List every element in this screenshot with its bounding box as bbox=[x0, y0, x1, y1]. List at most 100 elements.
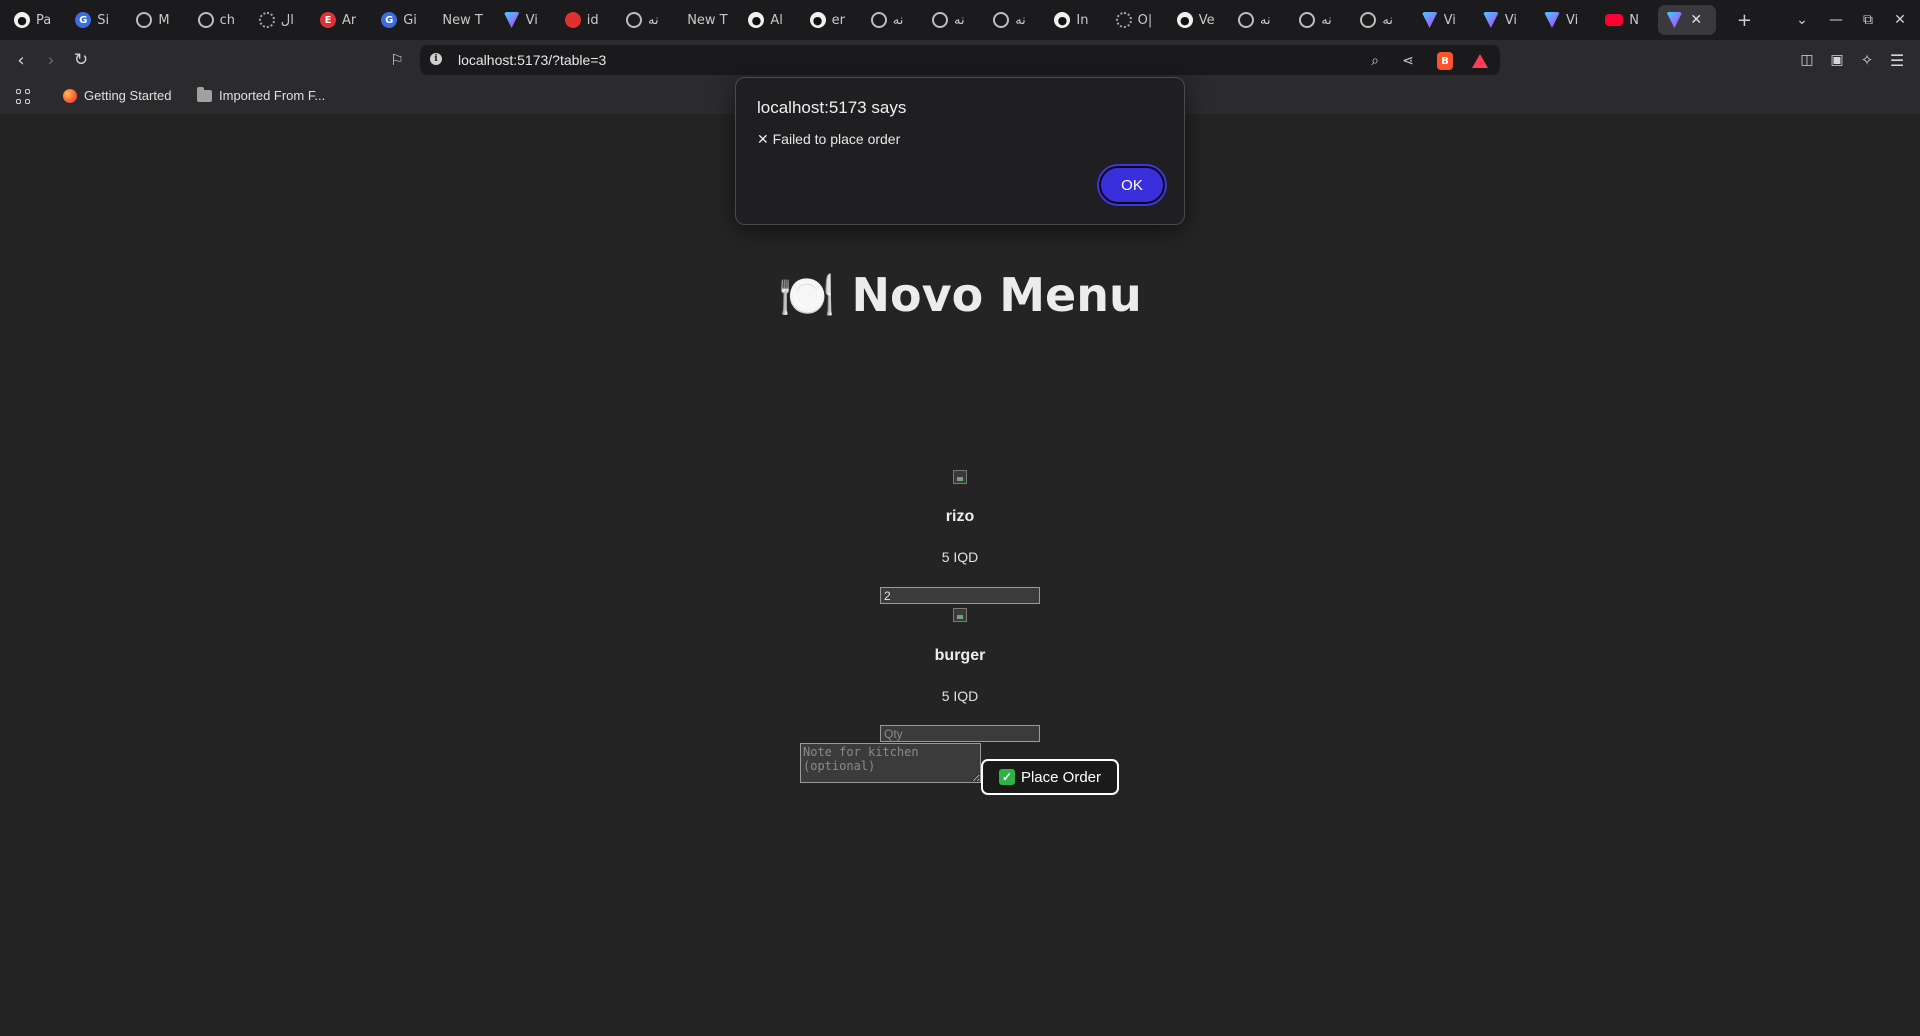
wallet-icon[interactable]: ▣ bbox=[1824, 47, 1850, 73]
globe-icon bbox=[870, 12, 887, 28]
browser-tab[interactable]: ● Ve bbox=[1169, 5, 1227, 35]
qty-input[interactable] bbox=[880, 587, 1040, 604]
tab-title: نه bbox=[1260, 12, 1271, 28]
minimize-icon[interactable]: — bbox=[1820, 0, 1852, 40]
browser-tab[interactable]: ● Pa bbox=[6, 5, 64, 35]
browser-tab[interactable]: New T bbox=[434, 5, 492, 35]
globe-icon bbox=[932, 12, 948, 28]
browser-tab[interactable]: O| bbox=[1108, 5, 1166, 35]
browser-tab[interactable]: نه bbox=[924, 5, 982, 35]
tab-list-dropdown-icon[interactable]: ⌄ bbox=[1786, 0, 1818, 40]
browser-tab[interactable]: نه bbox=[985, 5, 1043, 35]
menu-item-price: 5 IQD bbox=[941, 549, 979, 565]
menu-icon[interactable]: ☰ bbox=[1884, 47, 1910, 73]
github-icon: ● bbox=[1176, 12, 1193, 28]
tab-title: نه bbox=[1382, 12, 1393, 28]
browser-tab[interactable]: ch bbox=[190, 5, 248, 35]
brave-rewards-icon[interactable] bbox=[1471, 52, 1489, 70]
browser-tab[interactable]: ال bbox=[251, 5, 309, 35]
new-tab-icon[interactable]: + bbox=[1728, 0, 1760, 40]
dialog-origin: localhost:5173 says bbox=[757, 98, 907, 117]
leo-ai-icon[interactable]: ✧ bbox=[1854, 47, 1880, 73]
forward-icon[interactable]: › bbox=[38, 47, 64, 73]
firefox-icon bbox=[63, 88, 77, 103]
bookmark-imported-folder[interactable]: Imported From F... bbox=[197, 86, 326, 103]
browser-tab[interactable]: G Gi bbox=[373, 5, 431, 35]
github-icon: ● bbox=[1054, 12, 1071, 28]
bookmark-icon[interactable]: ⚐ bbox=[384, 47, 410, 73]
address-bar[interactable]: i localhost:5173/?table=3 ⌕ ⋖ B bbox=[420, 45, 1500, 75]
share-icon[interactable]: ⋖ bbox=[1399, 52, 1417, 70]
check-mark-icon: ✓ bbox=[998, 769, 1015, 785]
dialog-message: ✕ Failed to place order bbox=[757, 131, 901, 147]
google-icon: G bbox=[75, 12, 92, 28]
browser-tab[interactable]: Vi bbox=[1414, 5, 1472, 35]
tab-title: id bbox=[586, 12, 599, 28]
browser-tab[interactable]: E Ar bbox=[312, 5, 370, 35]
zoom-icon[interactable]: ⌕ bbox=[1366, 52, 1384, 70]
tab-title: نه bbox=[892, 12, 904, 28]
globe-icon bbox=[1360, 12, 1377, 28]
browser-tab[interactable]: G Si bbox=[67, 5, 125, 35]
bookmark-getting-started[interactable]: Getting Started bbox=[63, 88, 171, 103]
tab-title: نه bbox=[1015, 12, 1026, 28]
browser-tab[interactable]: Vi bbox=[1475, 5, 1533, 35]
tab-title: نه bbox=[1321, 12, 1332, 28]
tab-title: ال bbox=[280, 12, 294, 28]
sidebar-icon[interactable]: ◫ bbox=[1794, 47, 1820, 73]
browser-tab[interactable]: id bbox=[557, 5, 615, 35]
qty-input[interactable] bbox=[880, 725, 1040, 742]
browser-tab[interactable]: نه bbox=[1230, 5, 1288, 35]
tab-title: Gi bbox=[403, 12, 417, 28]
url-text[interactable]: localhost:5173/?table=3 bbox=[458, 52, 606, 68]
browser-tab[interactable]: نه bbox=[1352, 5, 1410, 35]
tab-title: New T bbox=[442, 12, 483, 28]
loading-icon bbox=[258, 12, 275, 28]
browser-tab[interactable]: نه bbox=[1291, 5, 1349, 35]
tab-strip: ● Pa G Si Mch ال E Ar G Gi New T Vi id نه New T ● Al ● er ن… bbox=[0, 0, 1920, 40]
browser-tab[interactable]: New T bbox=[679, 5, 737, 35]
vite-icon bbox=[1666, 12, 1683, 28]
tab-title: Vi bbox=[525, 12, 538, 28]
tab-title: نه bbox=[648, 12, 659, 28]
tab-title: Ve bbox=[1198, 12, 1215, 28]
close-window-icon[interactable]: ✕ bbox=[1884, 0, 1916, 40]
close-tab-icon[interactable]: ✕ bbox=[1690, 12, 1702, 28]
browser-tab[interactable]: ● Al bbox=[740, 5, 798, 35]
tab-title: Si bbox=[97, 12, 110, 28]
menu-item-name: burger bbox=[934, 647, 986, 664]
tab-title: ch bbox=[219, 12, 235, 28]
browser-tab[interactable]: نه bbox=[863, 5, 921, 35]
browser-tab[interactable]: ● In bbox=[1046, 5, 1104, 35]
tab-title: Al bbox=[770, 12, 783, 28]
browser-tab[interactable]: Vi bbox=[496, 5, 554, 35]
openai-icon bbox=[1115, 12, 1132, 28]
browser-tab-active[interactable]: ✕ bbox=[1658, 5, 1717, 35]
bookmark-label: Imported From F... bbox=[219, 88, 326, 103]
restore-icon[interactable]: ⧉ bbox=[1852, 0, 1884, 40]
folder-icon bbox=[197, 86, 212, 102]
back-icon[interactable]: ‹ bbox=[8, 47, 34, 73]
tab-title: er bbox=[831, 12, 845, 28]
browser-tab[interactable]: نه bbox=[618, 5, 676, 35]
place-order-button[interactable]: ✓ Place Order bbox=[981, 759, 1119, 795]
tab-title: Vi bbox=[1566, 12, 1579, 28]
browser-tab[interactable]: N bbox=[1597, 5, 1655, 35]
red-icon bbox=[564, 12, 581, 28]
tab-title: M bbox=[158, 12, 170, 28]
tab-title: N bbox=[1629, 12, 1639, 28]
site-info-icon[interactable]: i bbox=[430, 53, 442, 65]
e-icon: E bbox=[320, 12, 336, 28]
place-order-label: Place Order bbox=[1020, 768, 1102, 786]
kitchen-note-textarea[interactable] bbox=[800, 743, 981, 783]
browser-tab[interactable]: M bbox=[128, 5, 186, 35]
apps-grid-icon[interactable] bbox=[16, 89, 32, 105]
browser-tab[interactable]: ● er bbox=[802, 5, 860, 35]
tab-title: O| bbox=[1137, 12, 1153, 28]
tab-title: نه bbox=[954, 12, 965, 28]
menu-item-image bbox=[953, 608, 967, 622]
brave-shields-icon[interactable]: B bbox=[1437, 52, 1453, 70]
reload-icon[interactable]: ↻ bbox=[68, 47, 94, 73]
ok-button[interactable]: OK bbox=[1099, 166, 1165, 204]
browser-tab[interactable]: Vi bbox=[1536, 5, 1594, 35]
